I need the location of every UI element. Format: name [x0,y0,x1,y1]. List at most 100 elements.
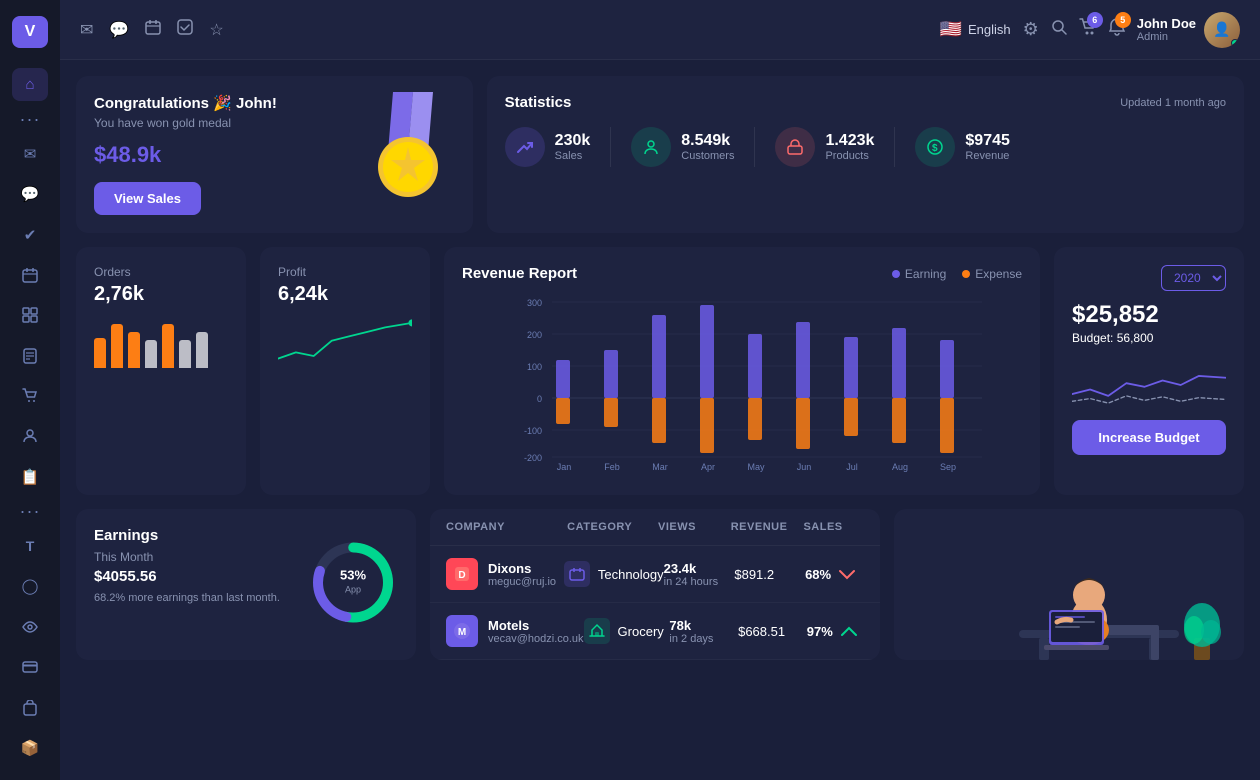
company-table: COMPANY CATEGORY VIEWS REVENUE SALES D D… [430,509,880,660]
medal-icon [363,92,453,218]
svg-text:Sep: Sep [940,462,956,472]
sales-label: Sales [555,150,591,162]
earnings-card: Earnings This Month $4055.56 68.2% more … [76,509,416,660]
notif-badge: 5 [1115,12,1131,28]
svg-text:$: $ [932,143,938,154]
products-value: 1.423k [825,132,874,150]
illustration-image [899,530,1239,660]
topbar-settings-icon[interactable]: ⚙ [1023,19,1039,40]
orders-value: 2,76k [94,283,228,306]
sidebar-item-grid[interactable] [12,299,48,331]
motels-trend-icon [841,625,857,637]
svg-text:-100: -100 [524,426,542,436]
motels-cat-icon [584,618,610,644]
sidebar-item-shape[interactable]: ◯ [12,570,48,602]
budget-chart [1072,355,1226,415]
main-content: ✉ 💬 ☆ 🇺🇸 English ⚙ 6 [60,0,1260,780]
motels-logo: M [446,615,478,647]
view-sales-button[interactable]: View Sales [94,182,201,215]
sidebar: V ⌂ ··· ✉ 💬 ✔ 📋 ··· T ◯ 📦 [0,0,60,780]
language-selector[interactable]: 🇺🇸 English [940,19,1011,40]
table-header: COMPANY CATEGORY VIEWS REVENUE SALES [430,509,880,546]
bar-4 [145,340,157,368]
customers-value: 8.549k [681,132,734,150]
sidebar-item-card[interactable] [12,651,48,683]
dixons-sales: 68% [805,567,864,582]
topbar-calendar-icon[interactable] [145,19,161,40]
revenue-icon: $ [915,127,955,167]
sidebar-item-chat[interactable]: 💬 [12,178,48,210]
budget-label: Budget: 56,800 [1072,331,1226,345]
svg-text:-200: -200 [524,453,542,463]
avatar[interactable]: 👤 [1204,12,1240,48]
topbar-check-icon[interactable] [177,19,193,40]
topbar-notif-icon[interactable]: 5 [1109,18,1125,41]
sidebar-item-eye[interactable] [12,611,48,643]
profit-chart [278,318,412,368]
sidebar-item-home[interactable]: ⌂ [12,68,48,100]
motels-email: vecav@hodzi.co.uk [488,633,584,645]
th-company: COMPANY [446,521,567,533]
congrats-card: Congratulations 🎉 John! You have won gol… [76,76,473,233]
online-indicator [1231,39,1239,47]
svg-text:Feb: Feb [604,462,620,472]
illustration-card [894,509,1244,660]
user-info: John Doe Admin 👤 [1137,12,1240,48]
th-views: VIEWS [658,521,731,533]
language-label: English [968,22,1011,37]
bar-7 [196,332,208,368]
row-2: Orders 2,76k Profit 6,24k [76,247,1244,495]
svg-text:300: 300 [527,298,542,308]
stat-divider-3 [894,127,895,167]
legend-expense: Expense [962,267,1022,281]
sidebar-item-box[interactable]: 📦 [12,732,48,764]
sidebar-item-calendar[interactable] [12,259,48,291]
svg-text:D: D [458,570,465,581]
dixons-category-label: Technology [598,567,664,582]
topbar-cart-icon[interactable]: 6 [1079,18,1097,41]
customers-label: Customers [681,150,734,162]
profit-card: Profit 6,24k [260,247,430,495]
svg-text:100: 100 [527,362,542,372]
revenue-title: Revenue Report [462,265,577,282]
products-label: Products [825,150,874,162]
sidebar-item-doc[interactable]: 📋 [12,461,48,493]
sidebar-item-user[interactable] [12,420,48,452]
revenue-header: Revenue Report Earning Expense [462,265,1022,282]
sidebar-item-file[interactable] [12,340,48,372]
motels-name: Motels [488,618,584,633]
svg-text:May: May [747,462,765,472]
motels-category-label: Grocery [618,624,664,639]
budget-card: 2020 2021 $25,852 Budget: 56,800 Increas… [1054,247,1244,495]
sidebar-item-check[interactable]: ✔ [12,218,48,250]
th-revenue: REVENUE [731,521,804,533]
motels-category: Grocery [584,618,670,644]
dixons-name: Dixons [488,561,556,576]
th-category: CATEGORY [567,521,658,533]
row-3: Earnings This Month $4055.56 68.2% more … [76,509,1244,660]
sidebar-item-cart[interactable] [12,380,48,412]
profit-title: Profit [278,265,412,279]
topbar-chat-icon[interactable]: 💬 [109,20,129,40]
stat-divider-2 [754,127,755,167]
topbar-mail-icon[interactable]: ✉ [80,20,93,40]
svg-text:Apr: Apr [701,462,715,472]
revenue-chart: 300 200 100 0 -100 -200 Jan Feb Mar Apr [462,292,1022,472]
year-select[interactable]: 2020 2021 [1161,265,1226,291]
topbar-search-icon[interactable] [1051,19,1067,40]
table-row: D Dixons meguc@ruj.io Technology [430,546,880,603]
svg-text:App: App [345,584,361,594]
increase-budget-button[interactable]: Increase Budget [1072,420,1226,455]
sidebar-logo[interactable]: V [12,16,48,48]
sidebar-item-text[interactable]: T [12,530,48,562]
sidebar-item-bag[interactable] [12,691,48,723]
stat-products: 1.423k Products [775,127,874,167]
stats-items: 230k Sales 8.549k Customers [505,127,1226,167]
topbar-star-icon[interactable]: ☆ [209,20,223,40]
dixons-trend-icon [839,568,855,580]
svg-text:53%: 53% [340,567,366,582]
dixons-views: 23.4k in 24 hours [664,561,735,588]
bar-1 [94,338,106,368]
sidebar-item-mail[interactable]: ✉ [12,138,48,170]
bar-5 [162,324,174,368]
